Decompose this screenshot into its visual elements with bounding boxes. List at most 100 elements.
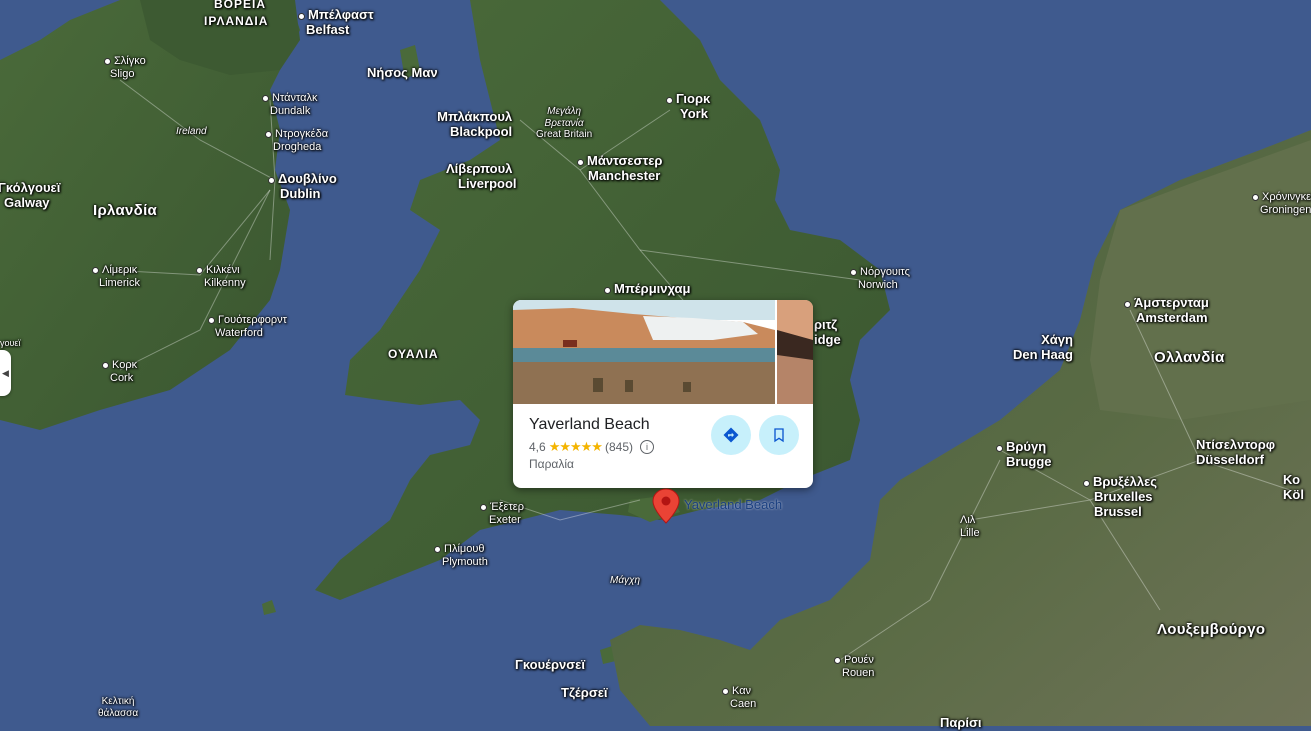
label-bruges-gr: Βρύγη <box>1006 439 1047 454</box>
collapse-arrow-icon: ◀ <box>2 367 9 378</box>
place-photo-secondary[interactable] <box>777 300 813 404</box>
label-belfast[interactable]: Μπέλφαστ Belfast <box>298 7 374 38</box>
label-liverpool-gr: Λίβερπουλ <box>446 161 513 176</box>
label-brussels[interactable]: Βρυξέλλες Bruxelles Brussel <box>1083 474 1158 520</box>
city-dot-icon <box>480 503 487 511</box>
label-dundalk-en: Dundalk <box>270 104 311 117</box>
city-dot-icon <box>104 57 111 65</box>
city-dot-icon <box>434 545 441 553</box>
label-dundalk[interactable]: Ντάνταλκ Dundalk <box>262 92 318 117</box>
label-isle-of-man[interactable]: Νήσος Μαν <box>367 65 438 81</box>
label-english-channel: Μάγχη <box>610 575 641 586</box>
place-category: Παραλία <box>529 457 574 471</box>
label-ireland-country[interactable]: Ιρλανδία <box>93 202 157 219</box>
label-limerick-gr: Λίμερικ <box>102 264 138 276</box>
label-waterford[interactable]: Γουότερφορντ Waterford <box>208 314 287 339</box>
label-amsterdam-gr: Άμστερνταμ <box>1134 295 1209 310</box>
label-york[interactable]: Γιορκ York <box>666 91 711 122</box>
directions-icon <box>723 427 739 443</box>
review-count[interactable]: (845) <box>605 440 633 454</box>
label-wales[interactable]: ΟΥΑΛΙΑ <box>388 347 439 362</box>
label-cork-en: Cork <box>110 371 134 384</box>
label-lille[interactable]: Λιλ Lille <box>960 514 980 539</box>
label-sligo[interactable]: Σλίγκο Sligo <box>104 55 146 80</box>
label-northern-ireland-1: ΒΟΡΕΙΑ <box>214 0 267 11</box>
label-birmingham-gr: Μπέρμινχαμ <box>614 281 691 296</box>
pin-label[interactable]: Yaverland Beach <box>684 497 782 512</box>
label-groningen-en: Groningen <box>1260 203 1311 216</box>
label-dublin[interactable]: Δουβλίνο Dublin <box>268 171 337 202</box>
label-brussels-gr: Βρυξέλλες <box>1093 474 1158 489</box>
label-koln-partial[interactable]: Κο Köl <box>1283 472 1304 503</box>
city-dot-icon <box>92 266 99 274</box>
rating-value: 4,6 <box>529 440 546 454</box>
label-caen[interactable]: Καν Caen <box>722 685 756 710</box>
label-exeter[interactable]: Έξετερ Exeter <box>480 501 524 526</box>
label-manchester-gr: Μάντσεστερ <box>587 153 663 168</box>
city-dot-icon <box>268 176 275 184</box>
city-dot-icon <box>1083 479 1090 487</box>
label-sligo-gr: Σλίγκο <box>114 55 146 67</box>
label-den-haag[interactable]: Χάγη Den Haag <box>1013 332 1073 363</box>
label-norwich-en: Norwich <box>858 278 898 291</box>
label-brugge[interactable]: Βρύγη Brugge <box>996 439 1052 470</box>
label-york-en: York <box>680 105 708 121</box>
city-dot-icon <box>666 96 673 104</box>
label-rouen-gr: Ρουέν <box>844 654 874 666</box>
label-birmingham[interactable]: Μπέρμινχαμ <box>604 281 691 297</box>
label-groningen[interactable]: ΧρόνινγκενGroningen <box>1252 191 1311 216</box>
place-name[interactable]: Yaverland Beach <box>529 416 650 434</box>
label-guernsey[interactable]: Γκουέρνσεϊ <box>515 657 585 673</box>
label-kilkenny[interactable]: Κιλκένι Kilkenny <box>196 264 246 289</box>
label-dundalk-gr: Ντάνταλκ <box>272 92 318 104</box>
label-drogheda-gr: Ντρογκέδα <box>275 128 329 140</box>
label-amsterdam-en: Amsterdam <box>1136 309 1208 325</box>
label-celtic-sea: Κελτική θάλασσα <box>98 696 138 719</box>
label-luxembourg[interactable]: Λουξεμβούργο <box>1157 621 1265 638</box>
city-dot-icon <box>604 286 611 294</box>
label-manchester[interactable]: Μάντσεστερ Manchester <box>577 153 663 184</box>
label-amsterdam[interactable]: Άμστερνταμ Amsterdam <box>1124 295 1209 326</box>
label-exeter-gr: Έξετερ <box>490 501 524 513</box>
label-jersey[interactable]: Τζέρσεϊ <box>561 685 608 701</box>
map-pin-icon[interactable] <box>652 488 680 524</box>
directions-button[interactable] <box>711 415 751 455</box>
label-paris-partial[interactable]: Παρίσι <box>940 715 982 731</box>
label-blackpool-gr: Μπλάκπουλ <box>437 109 513 124</box>
label-drogheda-en: Drogheda <box>273 140 322 153</box>
label-koln-gr: Κο <box>1283 472 1301 487</box>
label-york-gr: Γιορκ <box>676 91 711 106</box>
bookmark-icon <box>774 428 784 443</box>
label-plymouth[interactable]: Πλίμουθ Plymouth <box>434 543 488 568</box>
label-galway-en: Galway <box>4 194 50 210</box>
label-hague-gr: Χάγη <box>1041 332 1073 347</box>
label-blackpool[interactable]: Μπλάκπουλ Blackpool <box>436 109 513 140</box>
save-button[interactable] <box>759 415 799 455</box>
place-card[interactable]: Yaverland Beach 4,6 ★★★★★ (845) i Παραλί… <box>513 300 813 488</box>
label-rouen[interactable]: Ρουέν Rouen <box>834 654 874 679</box>
label-netherlands-country[interactable]: Ολλανδία <box>1154 349 1225 366</box>
place-rating-row[interactable]: 4,6 ★★★★★ (845) i <box>529 439 654 455</box>
label-drogheda[interactable]: Ντρογκέδα Drogheda <box>265 128 328 153</box>
rating-stars: ★★★★★ <box>548 439 603 454</box>
city-dot-icon <box>208 316 215 324</box>
label-dusseldorf-gr: Ντίσελντορφ <box>1196 437 1276 452</box>
label-limerick[interactable]: Λίμερικ Limerick <box>92 264 140 289</box>
label-rouen-en: Rouen <box>842 666 875 679</box>
label-dusseldorf[interactable]: Ντίσελντορφ Düsseldorf <box>1196 437 1276 468</box>
label-cambridge-partial[interactable]: ριτζ idge <box>814 317 841 348</box>
label-celtic-sea-gr2: θάλασσα <box>98 707 139 719</box>
city-dot-icon <box>262 94 269 102</box>
label-great-britain: Μεγάλη Βρετανία Great Britain <box>536 106 592 141</box>
place-photo-main[interactable] <box>513 300 775 404</box>
collapse-panel-button[interactable]: ◀ <box>0 350 11 396</box>
label-waterford-gr: Γουότερφορντ <box>218 314 288 326</box>
label-limerick-en: Limerick <box>99 276 140 289</box>
label-cork[interactable]: Κορκ Cork <box>102 359 137 384</box>
label-liverpool[interactable]: Λίβερπουλ Liverpool <box>446 161 517 192</box>
label-norwich[interactable]: Νόργουιτς Norwich <box>850 266 910 291</box>
label-galway[interactable]: Γκόλγουεϊ Galway <box>0 180 60 211</box>
label-dusseldorf-en: Düsseldorf <box>1196 451 1264 467</box>
info-icon[interactable]: i <box>639 440 654 454</box>
label-gb-en: Great Britain <box>536 129 593 140</box>
